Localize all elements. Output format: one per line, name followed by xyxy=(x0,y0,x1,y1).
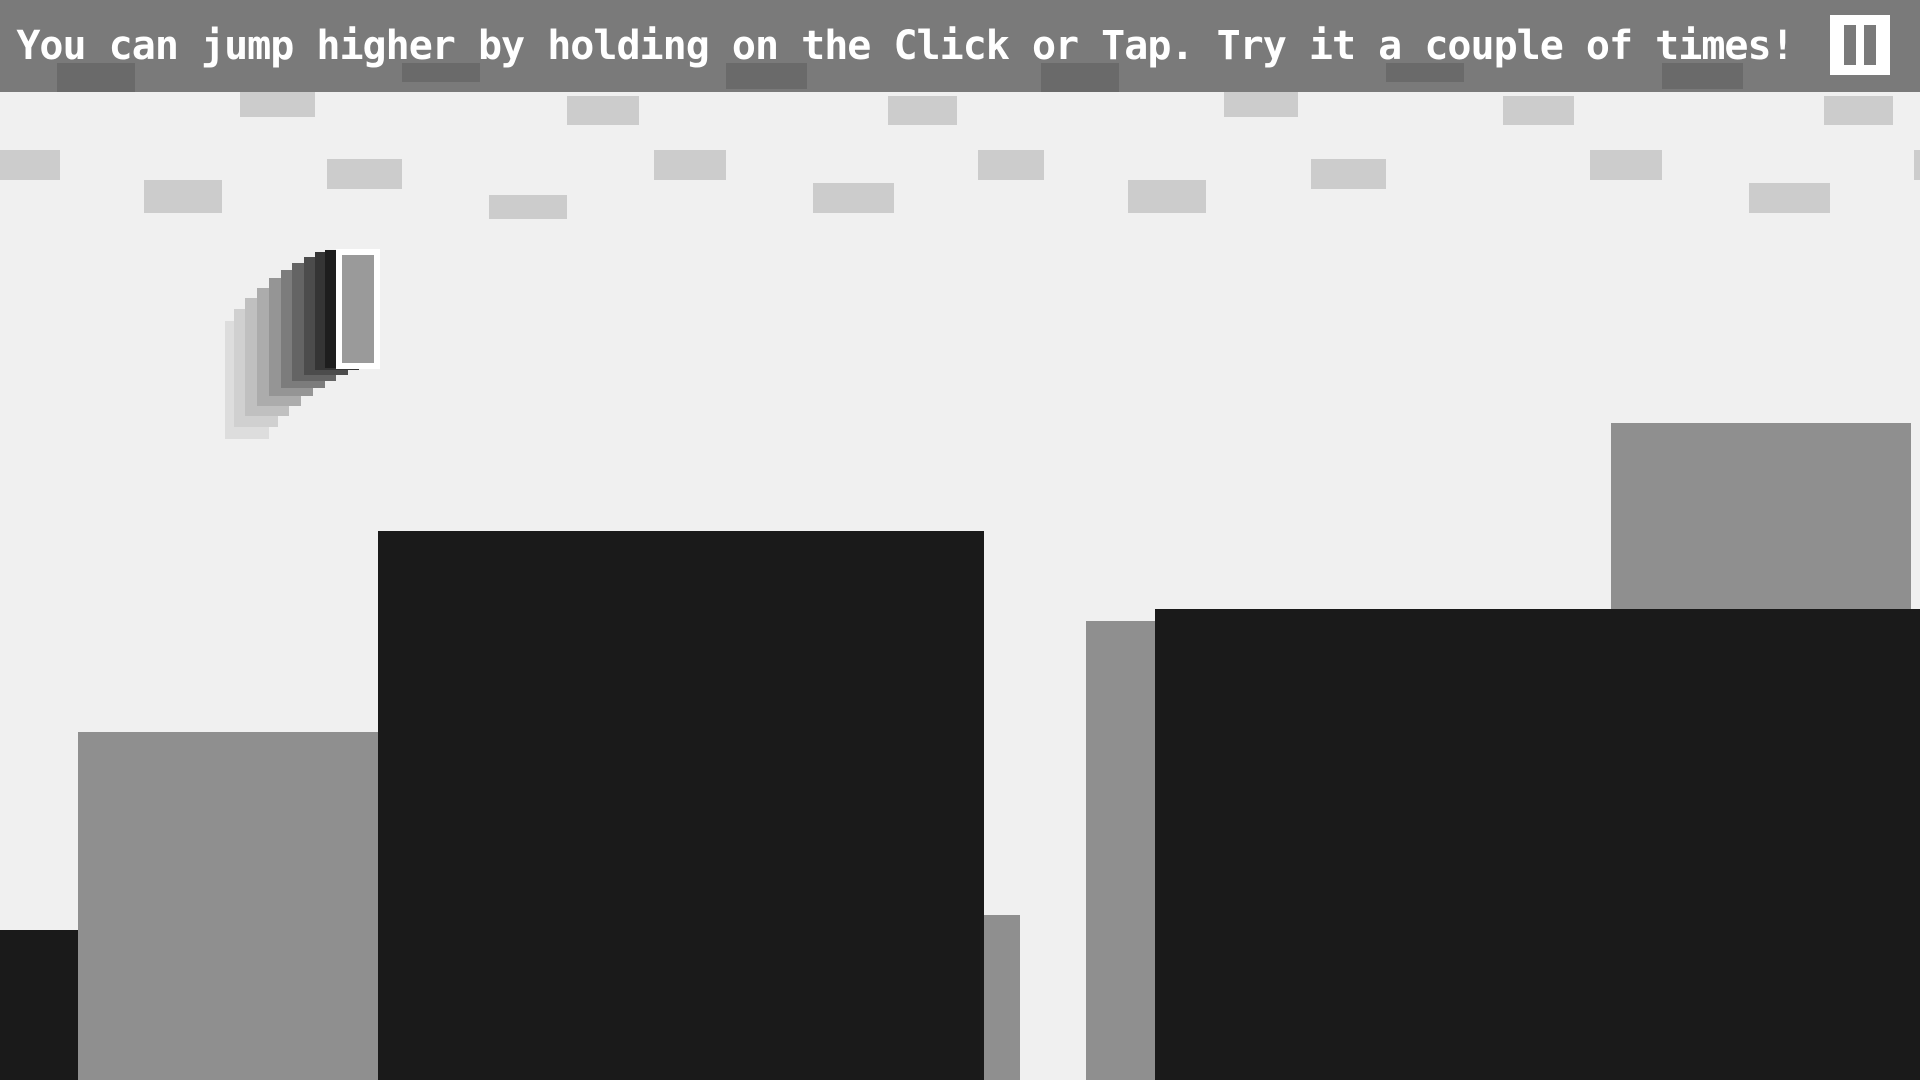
cloud xyxy=(0,150,60,180)
pause-icon-bar-left xyxy=(1844,25,1856,65)
player-character xyxy=(336,249,380,369)
game-stage[interactable]: You can jump higher by holding on the Cl… xyxy=(0,0,1920,1080)
cloud xyxy=(327,159,402,189)
cloud xyxy=(1311,159,1386,189)
cloud xyxy=(813,183,894,213)
hud-bar: You can jump higher by holding on the Cl… xyxy=(0,0,1920,92)
cloud xyxy=(888,96,957,125)
platform xyxy=(378,531,984,1080)
background-block xyxy=(1086,621,1158,1080)
cloud xyxy=(1503,96,1574,125)
tutorial-message: You can jump higher by holding on the Cl… xyxy=(16,23,1794,69)
cloud xyxy=(1590,150,1662,180)
cloud xyxy=(489,195,567,219)
pause-button[interactable] xyxy=(1830,15,1890,75)
cloud xyxy=(654,150,726,180)
platform xyxy=(0,930,78,1080)
platform xyxy=(1155,609,1920,1080)
cloud xyxy=(567,96,639,125)
background-block xyxy=(1611,423,1911,613)
background-block xyxy=(984,915,1020,1080)
cloud xyxy=(1824,96,1893,125)
cloud xyxy=(1128,180,1206,213)
pause-icon-bar-right xyxy=(1864,25,1876,65)
background-block xyxy=(78,732,378,1080)
cloud xyxy=(978,150,1044,180)
cloud xyxy=(144,180,222,213)
cloud xyxy=(1914,150,1920,180)
player-body xyxy=(342,255,374,363)
cloud xyxy=(1749,183,1830,213)
